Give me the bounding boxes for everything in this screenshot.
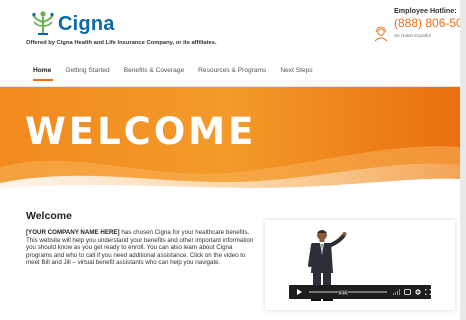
main-nav: Home Getting Started Benefits & Coverage… — [33, 67, 327, 74]
nav-item-resources-programs[interactable]: Resources & Programs — [198, 67, 266, 74]
tagline: Offered by Cigna Health and Life Insuran… — [26, 40, 217, 46]
company-name-placeholder: [YOUR COMPANY NAME HERE] — [26, 229, 120, 236]
hotline-label: Employee Hotline: — [394, 6, 457, 15]
play-icon[interactable] — [293, 288, 305, 296]
hotline-spanish-note: Se Habla Español — [394, 33, 431, 38]
cigna-tree-icon — [32, 11, 54, 35]
video-control-icons — [393, 288, 431, 296]
captions-icon[interactable] — [404, 289, 411, 295]
video-time: 0:15 — [338, 290, 348, 295]
page: Cigna Offered by Cigna Health and Life I… — [0, 0, 466, 320]
video-progress-bar[interactable]: 0:15 — [309, 290, 387, 295]
video-controls: 0:15 — [289, 285, 431, 299]
nav-item-next-steps[interactable]: Next Steps — [280, 67, 312, 74]
active-nav-indicator — [33, 79, 53, 81]
fullscreen-icon[interactable] — [425, 289, 431, 295]
welcome-body: [YOUR COMPANY NAME HERE] has chosen Cign… — [26, 229, 258, 267]
video-player[interactable]: 0:15 — [265, 220, 455, 310]
settings-gear-icon[interactable] — [415, 289, 421, 295]
nav-item-getting-started[interactable]: Getting Started — [65, 67, 109, 74]
brand-name: Cigna — [58, 12, 115, 35]
headset-icon — [374, 26, 388, 42]
nav-item-benefits-coverage[interactable]: Benefits & Coverage — [124, 67, 184, 74]
banner-title: WELCOME — [25, 110, 257, 153]
welcome-heading: Welcome — [26, 210, 72, 222]
nav-item-home[interactable]: Home — [33, 67, 51, 74]
cigna-logo[interactable]: Cigna — [30, 10, 115, 38]
volume-icon[interactable] — [393, 289, 400, 295]
hotline-number[interactable]: (888) 806-5094 — [394, 16, 466, 30]
page-scroll-edge — [460, 0, 466, 320]
